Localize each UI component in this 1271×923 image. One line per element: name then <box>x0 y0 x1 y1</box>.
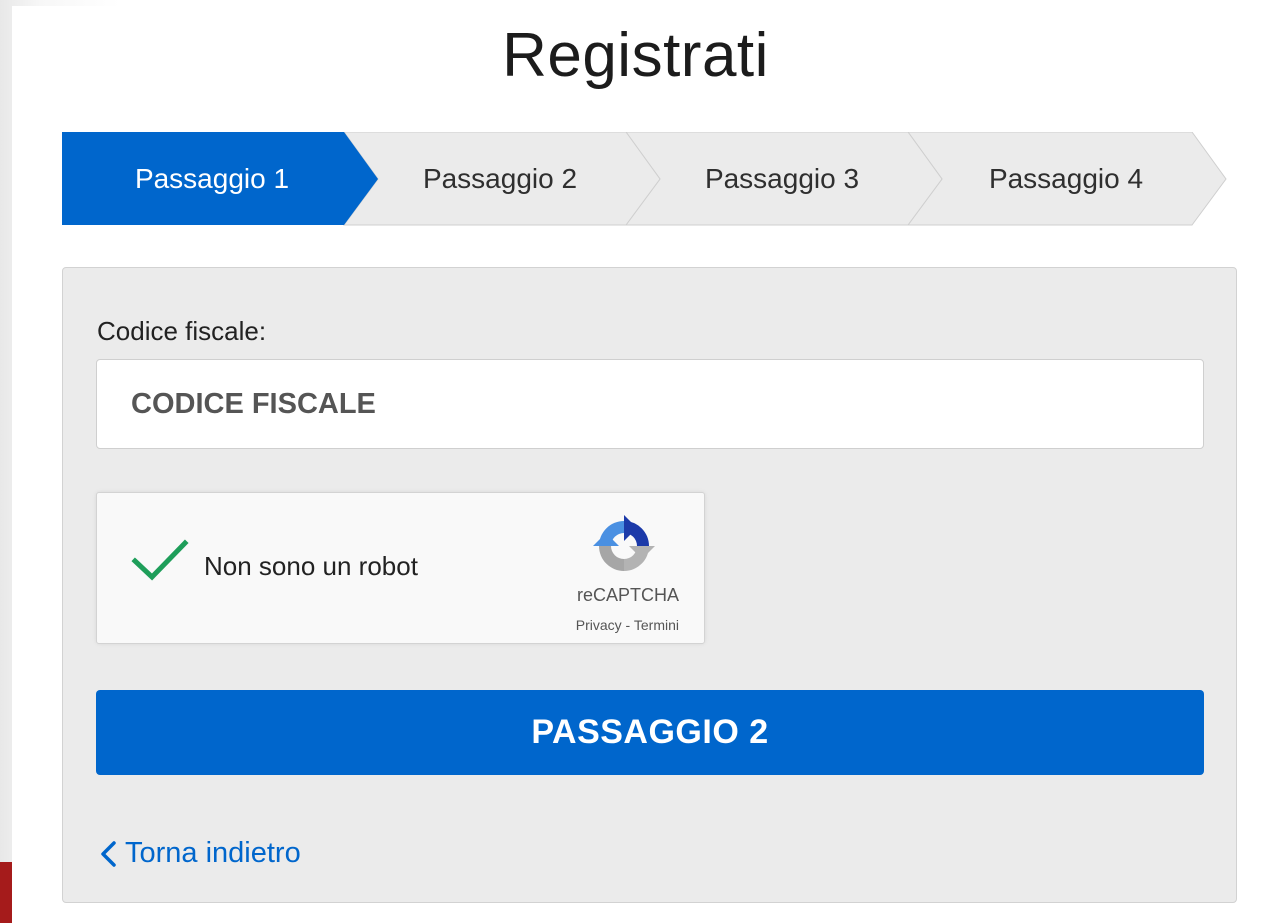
links-separator: - <box>621 617 634 633</box>
step-1-label[interactable]: Passaggio 1 <box>62 132 362 226</box>
check-icon <box>131 539 189 581</box>
recaptcha-brand: reCAPTCHA <box>576 585 679 605</box>
registration-form-card: Codice fiscale: Non sono un robot reCAPT… <box>62 267 1237 903</box>
side-accent-strip <box>0 862 12 923</box>
terms-link[interactable]: Termini <box>634 617 679 633</box>
codice-fiscale-label: Codice fiscale: <box>97 316 267 346</box>
chevron-left-icon <box>101 840 116 867</box>
next-step-button[interactable]: PASSAGGIO 2 <box>96 690 1204 775</box>
step-4-label[interactable]: Passaggio 4 <box>928 132 1204 226</box>
back-link[interactable]: Torna indietro <box>99 837 301 870</box>
privacy-link[interactable]: Privacy <box>576 617 622 633</box>
back-link-label: Torna indietro <box>125 837 301 869</box>
recaptcha-links: Privacy - Termini <box>527 617 679 633</box>
step-3-label[interactable]: Passaggio 3 <box>644 132 920 226</box>
step-2-label[interactable]: Passaggio 2 <box>362 132 638 226</box>
recaptcha-logo-icon <box>593 515 655 571</box>
page-title: Registrati <box>502 21 769 90</box>
registration-stepper: Passaggio 1 Passaggio 2 Passaggio 3 Pass… <box>62 132 1227 226</box>
recaptcha-widget: Non sono un robot reCAPTCHA Privacy - Te… <box>96 492 705 644</box>
codice-fiscale-input[interactable] <box>96 359 1204 449</box>
captcha-checkbox[interactable] <box>131 537 189 583</box>
captcha-label: Non sono un robot <box>204 551 418 581</box>
